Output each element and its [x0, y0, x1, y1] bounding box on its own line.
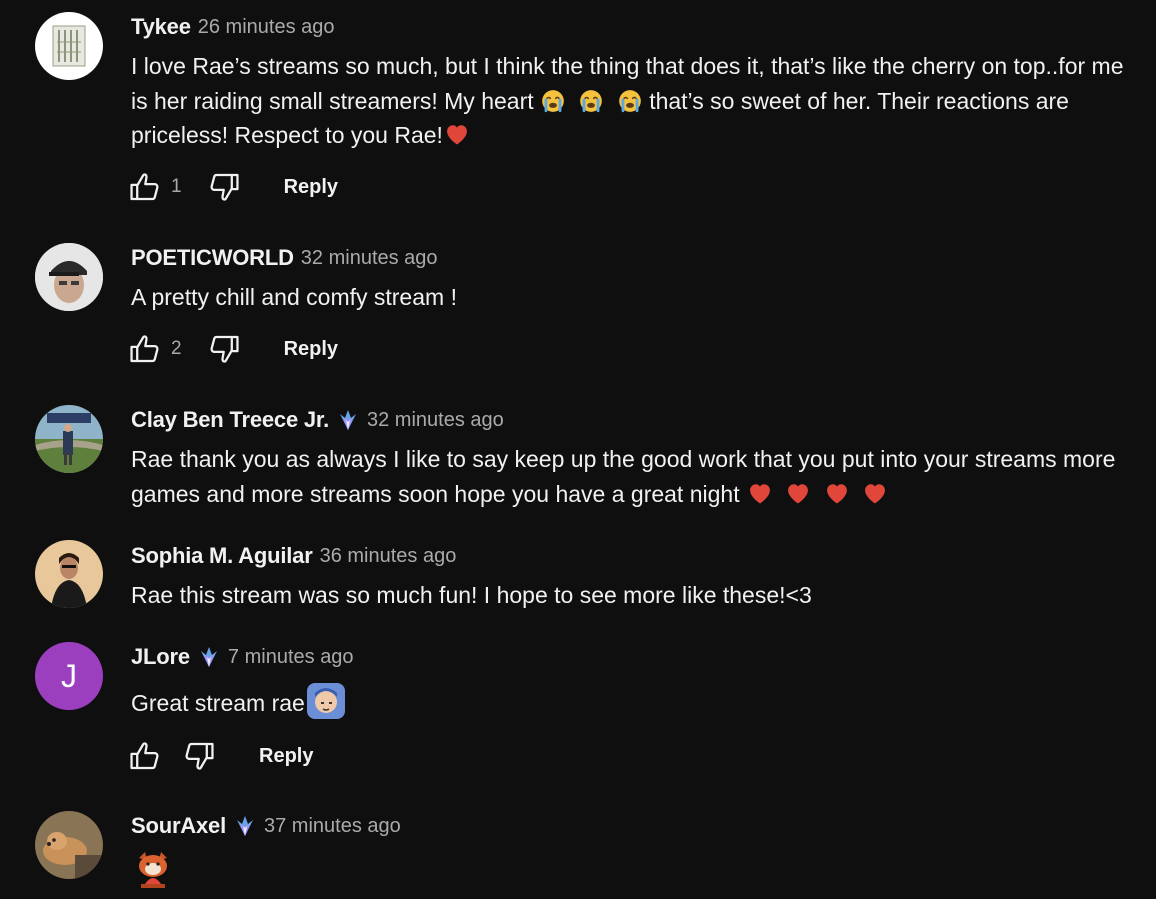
like-count: 1 [171, 176, 182, 197]
reply-button[interactable]: Reply [259, 745, 313, 768]
crying-face-emoji-icon [540, 88, 566, 114]
comment-text: I love Rae’s streams so much, but I thin… [131, 53, 1124, 148]
comment-text: A pretty chill and comfy stream ! [131, 284, 457, 310]
avatar-letter: J [61, 657, 77, 694]
comment-timestamp[interactable]: 36 minutes ago [320, 545, 457, 568]
comment-author[interactable]: JLore [131, 644, 190, 670]
member-badge-icon [336, 408, 360, 432]
comment-timestamp[interactable]: 37 minutes ago [264, 815, 401, 838]
comment-author[interactable]: SourAxel [131, 813, 226, 839]
thumb-down-icon [207, 332, 241, 366]
thumb-down-icon [182, 739, 216, 773]
comment-text: Rae this stream was so much fun! I hope … [131, 582, 812, 608]
avatar[interactable] [35, 811, 103, 879]
like-button[interactable] [128, 332, 162, 366]
comment-author[interactable]: Sophia M. Aguilar [131, 543, 313, 569]
dislike-button[interactable] [182, 739, 216, 773]
thumb-up-icon [128, 332, 162, 366]
comment-text: Rae thank you as always I like to say ke… [131, 446, 1116, 507]
comment-text [131, 848, 1141, 893]
avatar[interactable] [35, 405, 103, 473]
reply-button[interactable]: Reply [284, 176, 338, 199]
reply-button[interactable]: Reply [284, 338, 338, 361]
avatar[interactable] [35, 540, 103, 608]
comment-author[interactable]: POETICWORLD [131, 245, 294, 271]
avatar[interactable] [35, 12, 103, 80]
red-heart-emoji-icon [823, 479, 851, 507]
comment-text: Great stream rae [131, 681, 1141, 721]
comment-timestamp[interactable]: 7 minutes ago [228, 646, 354, 669]
like-button[interactable] [128, 170, 162, 204]
member-badge-icon [197, 645, 221, 669]
thumb-down-icon [207, 170, 241, 204]
like-button[interactable] [128, 739, 162, 773]
red-heart-emoji-icon [861, 479, 889, 507]
like-count: 2 [171, 338, 182, 359]
comment-timestamp[interactable]: 32 minutes ago [301, 247, 438, 270]
avatar[interactable]: J [35, 642, 103, 710]
avatar[interactable] [35, 243, 103, 311]
red-panda-emote-icon [139, 852, 167, 888]
comment-author[interactable]: Tykee [131, 14, 191, 40]
red-heart-emoji-icon [746, 479, 774, 507]
member-badge-icon [233, 814, 257, 838]
crying-face-emoji-icon [578, 88, 604, 114]
red-heart-emoji-icon [784, 479, 812, 507]
comment-author[interactable]: Clay Ben Treece Jr. [131, 407, 329, 433]
dislike-button[interactable] [207, 332, 241, 366]
thumb-up-icon [128, 739, 162, 773]
dislike-button[interactable] [207, 170, 241, 204]
crying-face-emoji-icon [617, 88, 643, 114]
red-heart-emoji-icon [443, 120, 471, 148]
thumb-up-icon [128, 170, 162, 204]
comment-timestamp[interactable]: 32 minutes ago [367, 409, 504, 432]
channel-emote-icon [306, 683, 345, 719]
comment-timestamp[interactable]: 26 minutes ago [198, 16, 335, 39]
